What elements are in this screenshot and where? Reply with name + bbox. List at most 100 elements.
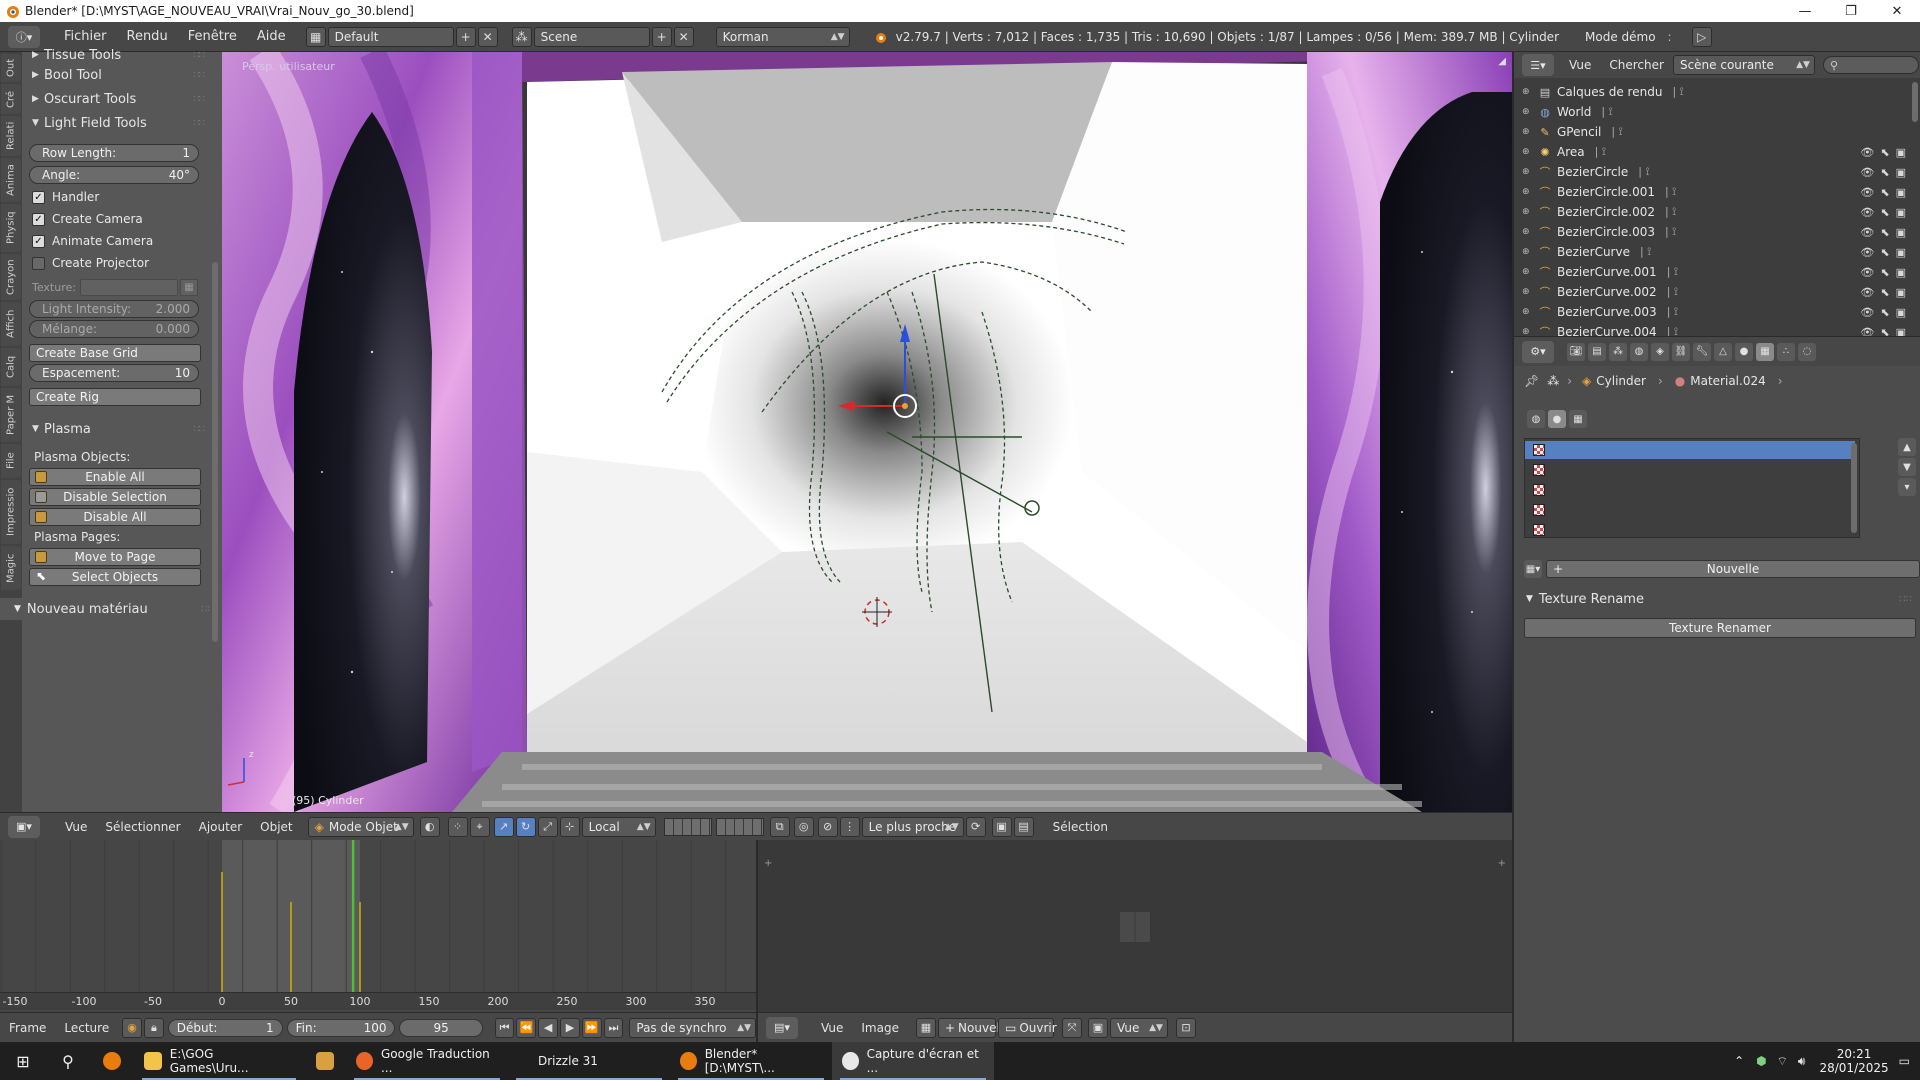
expand-icon[interactable]: ⊕: [1522, 307, 1534, 317]
image-browse-icon[interactable]: ▦: [915, 1017, 936, 1038]
add-area-icon-right[interactable]: +: [1498, 858, 1506, 869]
expand-icon[interactable]: ⊕: [1522, 87, 1534, 97]
menu-objet[interactable]: Objet: [251, 820, 301, 834]
shading-icon[interactable]: ◐: [419, 816, 440, 837]
pivot-image-icon[interactable]: ⊡: [1175, 1017, 1196, 1038]
constraints-tab-icon[interactable]: ⛓: [1672, 342, 1690, 361]
record-icon[interactable]: ◉: [122, 1017, 142, 1038]
snap-toggle-icon[interactable]: ⊘: [817, 816, 838, 837]
outliner-row[interactable]: ⊕ ⌒ BezierCurve.003 | ⟟ 👁︎ ⬉ ▣: [1514, 302, 1910, 322]
add-area-icon[interactable]: +: [764, 858, 772, 869]
outliner-row[interactable]: ⊕ ⌒ BezierCurve.001 | ⟟ 👁︎ ⬉ ▣: [1514, 262, 1910, 282]
menu-chercher[interactable]: Chercher: [1600, 58, 1673, 72]
data-link-icon[interactable]: | ⟟: [1595, 145, 1606, 159]
texture-slot[interactable]: [1525, 481, 1861, 499]
texture-renamer-button[interactable]: Texture Renamer: [1524, 618, 1916, 638]
data-link-icon[interactable]: | ⟟: [1665, 225, 1676, 239]
data-tab-icon[interactable]: △: [1714, 342, 1732, 361]
tab-file[interactable]: File: [1, 444, 21, 478]
texture-slots-list[interactable]: [1524, 438, 1860, 538]
select-arrow-icon[interactable]: ⬉: [1880, 266, 1889, 279]
current-frame-field[interactable]: 95: [399, 1018, 483, 1037]
new-image-button[interactable]: + Nouvel: [937, 1017, 1000, 1038]
editor-type-icon[interactable]: ▣▾: [8, 815, 40, 838]
outliner-row[interactable]: ⊕ ⌒ BezierCurve.004 | ⟟ 👁︎ ⬉ ▣: [1514, 322, 1910, 336]
eye-icon[interactable]: 👁︎: [1860, 306, 1874, 319]
render-camera-icon[interactable]: ▣: [1896, 146, 1906, 159]
panel-bool-tool[interactable]: ▶ Bool Tool ∷∷: [24, 64, 208, 86]
pivot-icon[interactable]: ⁘: [447, 816, 468, 837]
outliner-search-input[interactable]: ⚲: [1822, 56, 1919, 74]
outliner-row[interactable]: ⊕ ⌒ BezierCurve.002 | ⟟ 👁︎ ⬉ ▣: [1514, 282, 1910, 302]
expand-icon[interactable]: ⊕: [1522, 327, 1534, 336]
slots-scrollbar[interactable]: [1851, 443, 1857, 533]
material-texture-icon[interactable]: ●: [1548, 410, 1566, 428]
scene-icon[interactable]: ⁂: [511, 26, 532, 47]
outliner-row[interactable]: ⊕ ▤ Calques de rendu | ⟟: [1514, 82, 1910, 102]
handler-checkbox[interactable]: ✓ Handler: [32, 188, 99, 206]
texture-tab-icon[interactable]: ▦: [1756, 342, 1774, 361]
espacement-field[interactable]: Espacement: 10: [29, 364, 199, 382]
close-icon[interactable]: ✕: [1874, 0, 1920, 22]
view-mode-dropdown[interactable]: Vue ▲▼: [1109, 1017, 1168, 1038]
tab-physiq[interactable]: Physiq: [1, 204, 21, 252]
data-link-icon[interactable]: | ⟟: [1667, 265, 1678, 279]
play-icon[interactable]: ▷: [1691, 26, 1712, 47]
jump-end-icon[interactable]: ⏭: [603, 1017, 624, 1038]
wifi-icon[interactable]: ⌔: [1777, 1054, 1788, 1069]
taskbar-drizzle[interactable]: Drizzle 31: [508, 1042, 670, 1080]
eye-icon[interactable]: 👁︎: [1860, 326, 1874, 337]
tab-cre[interactable]: Cré: [1, 84, 21, 114]
menu-vue[interactable]: Vue: [56, 820, 96, 834]
slot-menu-icon[interactable]: ▾: [1898, 478, 1916, 496]
move-up-icon[interactable]: ▲: [1898, 438, 1916, 456]
menu-ajouter[interactable]: Ajouter: [190, 820, 252, 834]
play-forward-icon[interactable]: ▶: [560, 1017, 580, 1038]
menu-lecture[interactable]: Lecture: [55, 1021, 118, 1035]
select-arrow-icon[interactable]: ⬉: [1880, 186, 1889, 199]
row-length-field[interactable]: Row Length: 1: [29, 144, 199, 162]
sync-dropdown[interactable]: Pas de synchro ▲▼: [629, 1017, 756, 1038]
menu-selectionner[interactable]: Sélectionner: [96, 820, 189, 834]
render-camera-icon[interactable]: ▣: [1896, 246, 1906, 259]
material-tab-icon[interactable]: ●: [1735, 342, 1753, 361]
data-link-icon[interactable]: | ⟟: [1667, 325, 1678, 336]
render-tab-icon[interactable]: 📷︎: [1567, 342, 1585, 361]
outliner-type-icon[interactable]: ☰▾: [1522, 54, 1554, 76]
render-camera-icon[interactable]: ▣: [1896, 186, 1906, 199]
render-camera-icon[interactable]: ▣: [1896, 226, 1906, 239]
outliner-row[interactable]: ⊕ ◍ World | ⟟: [1514, 102, 1910, 122]
snap-element-icon[interactable]: ⋮: [839, 816, 860, 837]
expand-icon[interactable]: ⊕: [1522, 267, 1534, 277]
snap-target-dropdown[interactable]: Le plus proche ▲▼: [861, 816, 964, 837]
restore-icon[interactable]: ❐: [1828, 0, 1874, 22]
opengl-render-icon[interactable]: ▣: [991, 816, 1012, 837]
network-icon[interactable]: ⬢: [1756, 1054, 1766, 1068]
other-texture-icon[interactable]: ▦: [1569, 410, 1587, 428]
data-link-icon[interactable]: | ⟟: [1611, 125, 1622, 139]
expand-icon[interactable]: ⊕: [1522, 227, 1534, 237]
render-layers-tab-icon[interactable]: ▤: [1588, 342, 1606, 361]
view-mode-icon[interactable]: ▣: [1087, 1017, 1108, 1038]
nouveau-materiau-panel[interactable]: ▼ Nouveau matériau ∷∷: [0, 598, 222, 620]
data-link-icon[interactable]: | ⟟: [1640, 245, 1651, 259]
orientation-dropdown[interactable]: Local ▲▼: [581, 816, 656, 837]
outliner-scrollbar[interactable]: [1912, 82, 1918, 122]
select-arrow-icon[interactable]: ⬉: [1880, 246, 1889, 259]
image-editor-type-icon[interactable]: ▤▾: [766, 1016, 798, 1039]
angle-field[interactable]: Angle: 40°: [29, 166, 199, 184]
outliner-row[interactable]: ⊕ ⌒ BezierCircle | ⟟ 👁︎ ⬉ ▣: [1514, 162, 1910, 182]
eye-icon[interactable]: 👁︎: [1860, 146, 1874, 159]
tab-anima[interactable]: Anima: [1, 158, 21, 202]
expand-icon[interactable]: ⊕: [1522, 207, 1534, 217]
outliner-row[interactable]: ⊕ ⌒ BezierCircle.003 | ⟟ 👁︎ ⬉ ▣: [1514, 222, 1910, 242]
texture-browse-icon[interactable]: ▦▾: [1524, 560, 1542, 578]
tab-paper-m[interactable]: Paper M: [1, 388, 21, 442]
end-frame-field[interactable]: Fin: 100: [286, 1018, 396, 1037]
data-link-icon[interactable]: | ⟟: [1638, 165, 1649, 179]
light-intensity-field[interactable]: Light Intensity: 2.000: [29, 300, 199, 318]
proportional-edit-icon[interactable]: ◎: [793, 816, 814, 837]
move-to-page-button[interactable]: Move to Page: [29, 548, 201, 566]
eye-icon[interactable]: 👁︎: [1860, 246, 1874, 259]
next-key-icon[interactable]: ⏩: [581, 1017, 602, 1038]
